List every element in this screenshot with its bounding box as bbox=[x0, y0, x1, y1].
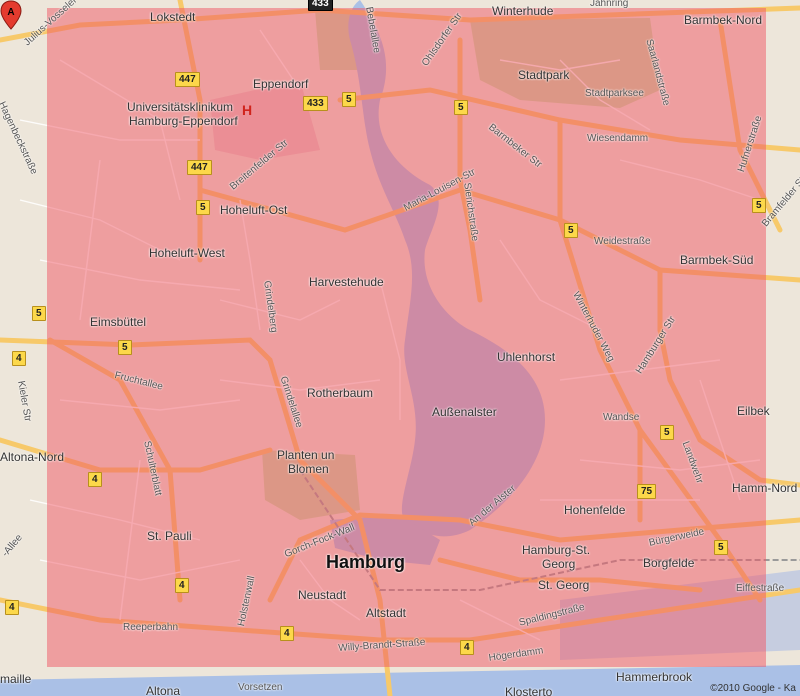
district-label-harvestehude: Harvestehude bbox=[309, 275, 384, 289]
district-label-stadtpark: Stadtpark bbox=[518, 68, 570, 82]
location-marker-icon[interactable]: A bbox=[0, 0, 22, 30]
district-label-planten-line2: Blomen bbox=[288, 462, 329, 476]
district-label-altona-nord: Altona-Nord bbox=[0, 450, 65, 464]
district-label-planten-line1: Planten un bbox=[277, 448, 335, 462]
svg-text:A: A bbox=[7, 7, 14, 18]
district-label-barmbek-sued: Barmbek-Süd bbox=[680, 253, 754, 267]
road-shield: 5 bbox=[196, 200, 210, 215]
district-label-wandse: Wandse bbox=[603, 412, 640, 423]
road-shield: 447 bbox=[187, 160, 212, 175]
district-label-hammerbrook: Hammerbrook bbox=[616, 670, 693, 684]
district-label-eimsbuettel: Eimsbüttel bbox=[90, 315, 147, 329]
road-shield: 5 bbox=[564, 223, 578, 238]
district-label-hoheluft-west: Hoheluft-West bbox=[149, 246, 225, 260]
district-label-hamburg-st-georg-line1: Hamburg-St. bbox=[522, 543, 591, 557]
road-shield: 5 bbox=[752, 198, 766, 213]
district-label-klosterto: Klosterto bbox=[505, 685, 553, 696]
district-label-hamm-nord: Hamm-Nord bbox=[732, 481, 798, 495]
road-shield: 4 bbox=[5, 600, 19, 615]
district-label-lokstedt: Lokstedt bbox=[150, 10, 196, 24]
district-label-winterhude: Winterhude bbox=[492, 4, 554, 18]
road-shield: 4 bbox=[280, 626, 294, 641]
district-label-barmbek-nord: Barmbek-Nord bbox=[684, 13, 763, 27]
district-label-maille: maille bbox=[0, 672, 32, 686]
road-shield: 5 bbox=[660, 425, 674, 440]
district-label-uke-line2: Hamburg-Eppendorf bbox=[129, 114, 238, 128]
district-label-rotherbaum: Rotherbaum bbox=[307, 386, 374, 400]
district-label-borgfelde: Borgfelde bbox=[643, 556, 695, 570]
road-shield: 4 bbox=[88, 472, 102, 487]
road-shield: 5 bbox=[342, 92, 356, 107]
district-label-aussenalster: Außenalster bbox=[432, 405, 497, 419]
road-shield: 433 bbox=[308, 0, 333, 11]
map-copyright: ©2010 Google - Ka bbox=[710, 683, 796, 694]
street-label-weidestr: Weidestraße bbox=[594, 236, 651, 247]
district-label-neustadt: Neustadt bbox=[298, 588, 347, 602]
road-shield: 5 bbox=[118, 340, 132, 355]
road-shield: 5 bbox=[454, 100, 468, 115]
district-label-altona: Altona bbox=[146, 684, 181, 696]
district-label-eppendorf: Eppendorf bbox=[253, 77, 309, 91]
street-label-vorsetzen: Vorsetzen bbox=[238, 682, 283, 693]
street-label-reeperbahn: Reeperbahn bbox=[123, 622, 179, 633]
road-shield: 447 bbox=[175, 72, 200, 87]
road-shield: 4 bbox=[175, 578, 189, 593]
district-label-st-georg: St. Georg bbox=[538, 578, 590, 592]
map-canvas[interactable]: Lokstedt Winterhude Barmbek-Nord Eppendo… bbox=[0, 0, 800, 696]
district-label-stadtparksee: Stadtparksee bbox=[585, 88, 644, 99]
district-label-eilbek: Eilbek bbox=[737, 404, 770, 418]
district-label-hohenfelde: Hohenfelde bbox=[564, 503, 626, 517]
district-label-hamburg-st-georg-line2: Georg bbox=[542, 557, 576, 571]
hospital-icon: H bbox=[242, 102, 253, 118]
district-label-uke-line1: Universitätsklinikum bbox=[127, 100, 234, 114]
road-shield: 75 bbox=[637, 484, 657, 499]
road-shield: 4 bbox=[460, 640, 474, 655]
district-label-st-pauli: St. Pauli bbox=[147, 529, 192, 543]
district-label-uhlenhorst: Uhlenhorst bbox=[497, 350, 556, 364]
street-label-eiffestr: Eiffestraße bbox=[736, 583, 785, 594]
district-label-altstadt: Altstadt bbox=[366, 606, 407, 620]
district-label-hoheluft-ost: Hoheluft-Ost bbox=[220, 203, 288, 217]
road-shield: 4 bbox=[12, 351, 26, 366]
city-label-hamburg: Hamburg bbox=[326, 552, 406, 572]
road-shield: 433 bbox=[303, 96, 328, 111]
street-label-wiesendamm: Wiesendamm bbox=[587, 133, 649, 144]
street-label-jahnring: Jahnring bbox=[590, 0, 629, 9]
road-shield: 5 bbox=[714, 540, 728, 555]
road-shield: 5 bbox=[32, 306, 46, 321]
